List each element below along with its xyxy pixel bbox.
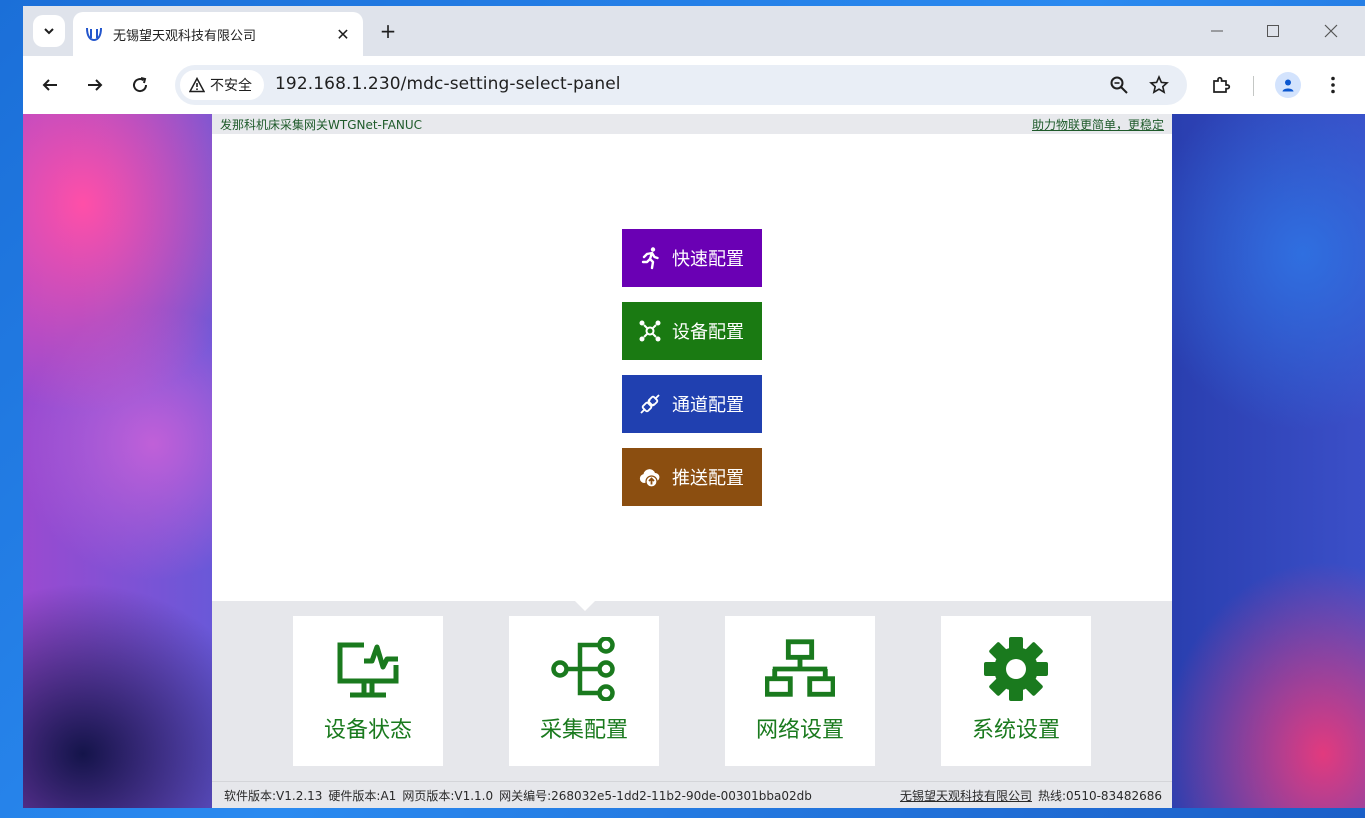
web-version: 网页版本:V1.1.0 <box>402 788 494 803</box>
tile-network-settings[interactable]: 网络设置 <box>725 616 875 766</box>
maximize-icon <box>1267 25 1279 37</box>
browser-window: 无锡望天观科技有限公司 ✕ + 不安全 192.168.1.230/mdc-se… <box>23 6 1365 808</box>
star-icon <box>1149 75 1169 94</box>
plug-connector-icon <box>638 392 662 416</box>
new-tab-button[interactable]: + <box>373 18 403 44</box>
tile-device-status-label: 设备状态 <box>323 718 412 743</box>
tab-close-icon[interactable]: ✕ <box>329 20 357 48</box>
hardware-version: 硬件版本:A1 <box>328 788 397 803</box>
selection-pointer <box>574 600 596 611</box>
security-chip[interactable]: 不安全 <box>180 70 264 100</box>
channel-config-button[interactable]: 通道配置 <box>622 375 762 433</box>
cloud-upload-icon <box>638 465 662 489</box>
puzzle-piece-icon <box>1213 76 1231 93</box>
kebab-menu-icon <box>1331 76 1335 94</box>
software-version: 软件版本:V1.2.13 <box>224 788 323 803</box>
page-footer: 软件版本:V1.2.13 硬件版本:A1 网页版本:V1.1.0 网关编号:26803… <box>212 781 1172 808</box>
company-link[interactable]: 无锡望天观科技有限公司 <box>900 789 1032 803</box>
toolbar-divider <box>1253 76 1254 96</box>
person-icon <box>1282 79 1294 92</box>
zoom-button[interactable] <box>1107 73 1131 97</box>
branch-nodes-icon <box>549 636 619 702</box>
tile-system-settings[interactable]: 系统设置 <box>941 616 1091 766</box>
quick-config-label: 快速配置 <box>672 249 744 270</box>
tab-title: 无锡望天观科技有限公司 <box>113 28 257 44</box>
chevron-down-icon <box>44 28 54 35</box>
gateway-id: 网关编号:268032e5-1dd2-11b2-90de-00301bba02d… <box>499 788 812 803</box>
arrow-right-icon <box>88 79 103 91</box>
quick-config-button[interactable]: 快速配置 <box>622 229 762 287</box>
tile-network-settings-label: 网络设置 <box>755 718 844 743</box>
zoom-magnifier-icon <box>1110 76 1128 94</box>
tab-search-button[interactable] <box>33 15 65 47</box>
main-panel: 发那科机床采集网关WTGNet-FANUC 助力物联更简单，更稳定 快速配置 设… <box>212 114 1172 808</box>
browser-toolbar: 不安全 192.168.1.230/mdc-setting-select-pan… <box>23 56 1365 114</box>
gear-icon <box>981 636 1051 702</box>
warning-triangle-icon <box>189 77 205 93</box>
url-text[interactable]: 192.168.1.230/mdc-setting-select-panel <box>275 74 621 94</box>
minimize-button[interactable] <box>1197 16 1237 46</box>
tile-device-status[interactable]: 设备状态 <box>293 616 443 766</box>
reload-button[interactable] <box>125 70 155 100</box>
network-nodes-icon <box>638 319 662 343</box>
security-label: 不安全 <box>210 78 252 94</box>
reload-icon <box>133 77 148 93</box>
tile-collect-config-label: 采集配置 <box>539 718 628 743</box>
minimize-icon <box>1211 30 1223 32</box>
browser-menu-button[interactable] <box>1318 70 1348 100</box>
device-config-button[interactable]: 设备配置 <box>622 302 762 360</box>
close-window-button[interactable] <box>1311 16 1351 46</box>
close-icon <box>1324 24 1338 38</box>
channel-config-label: 通道配置 <box>672 395 744 416</box>
bottom-nav-area: 设备状态 采集配置 网络设置 系统设置 <box>212 600 1172 781</box>
page-top-bar: 发那科机床采集网关WTGNet-FANUC 助力物联更简单，更稳定 <box>212 114 1172 134</box>
running-person-icon <box>638 246 662 270</box>
arrow-left-icon <box>42 79 57 91</box>
device-config-label: 设备配置 <box>672 322 744 343</box>
extensions-button[interactable] <box>1206 70 1236 100</box>
back-button[interactable] <box>35 70 65 100</box>
tile-system-settings-label: 系统设置 <box>971 718 1060 743</box>
tile-collect-config[interactable]: 采集配置 <box>509 616 659 766</box>
maximize-button[interactable] <box>1253 16 1293 46</box>
profile-avatar[interactable] <box>1275 72 1301 98</box>
site-favicon-icon <box>85 26 103 42</box>
bookmark-button[interactable] <box>1147 73 1171 97</box>
browser-tab-active[interactable]: 无锡望天观科技有限公司 ✕ <box>73 12 363 56</box>
push-config-button[interactable]: 推送配置 <box>622 448 762 506</box>
push-config-label: 推送配置 <box>672 468 744 489</box>
page-viewport: 发那科机床采集网关WTGNet-FANUC 助力物联更简单，更稳定 快速配置 设… <box>23 114 1365 808</box>
monitor-pulse-icon <box>333 636 403 702</box>
product-title: 发那科机床采集网关WTGNet-FANUC <box>220 117 423 132</box>
forward-button[interactable] <box>80 70 110 100</box>
hotline: 热线:0510-83482686 <box>1038 788 1162 803</box>
footer-versions: 软件版本:V1.2.13 硬件版本:A1 网页版本:V1.1.0 网关编号:26803… <box>224 787 818 804</box>
slogan-link[interactable]: 助力物联更简单，更稳定 <box>1032 116 1164 133</box>
lan-network-icon <box>765 636 835 702</box>
address-bar[interactable]: 不安全 192.168.1.230/mdc-setting-select-pan… <box>175 65 1187 105</box>
tab-strip: 无锡望天观科技有限公司 ✕ + <box>23 6 1365 56</box>
footer-contact: 无锡望天观科技有限公司 热线:0510-83482686 <box>900 787 1162 804</box>
